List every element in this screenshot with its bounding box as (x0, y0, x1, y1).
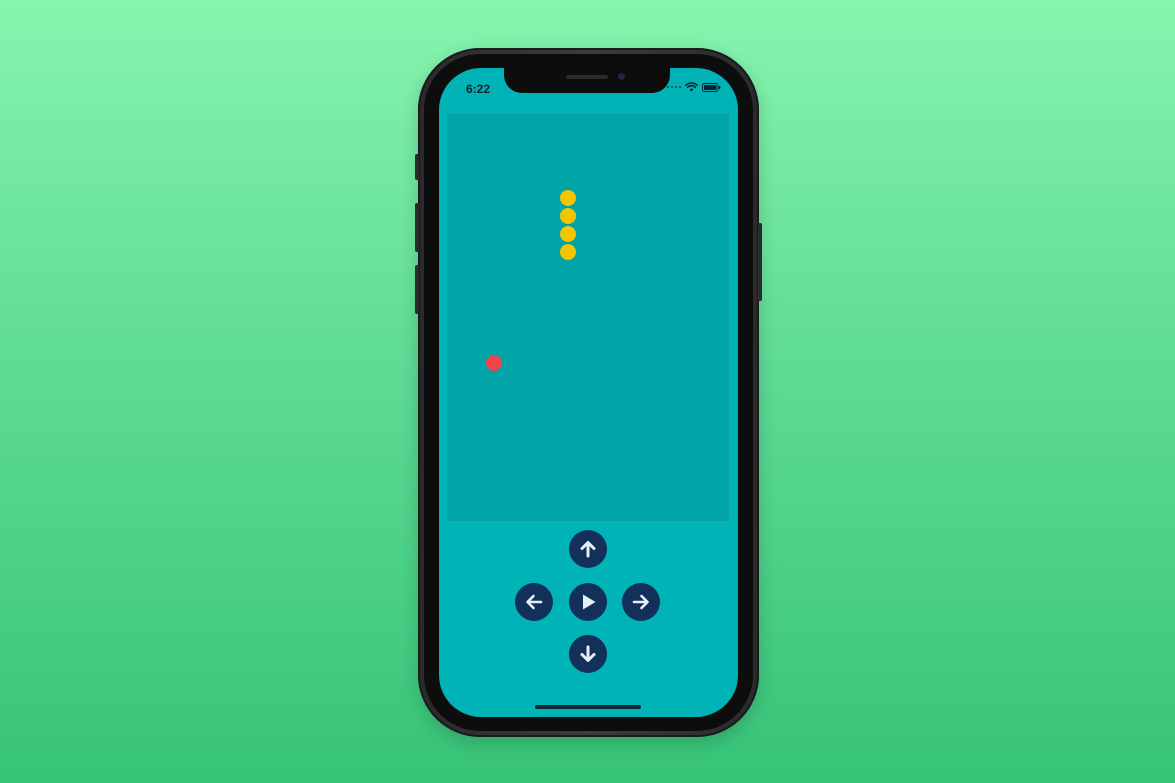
battery-icon (702, 82, 721, 92)
arrow-left-icon (526, 594, 543, 610)
status-time: 6:22 (466, 82, 491, 96)
snake-segment (560, 244, 576, 260)
wifi-icon (685, 82, 698, 92)
home-indicator[interactable] (535, 705, 641, 709)
game-board (447, 114, 729, 521)
play-button[interactable] (569, 583, 607, 621)
power-button (758, 223, 762, 301)
status-icons (667, 82, 721, 92)
arrow-up-icon (580, 541, 596, 558)
speaker-icon (566, 75, 608, 79)
arrow-right-icon (632, 594, 649, 610)
volume-up-button (415, 203, 419, 252)
snake-segment (560, 190, 576, 206)
left-button[interactable] (515, 583, 553, 621)
snake-segment (560, 208, 576, 224)
food-item (486, 355, 502, 371)
silent-switch (415, 154, 419, 180)
arrow-down-icon (580, 645, 596, 662)
notch (504, 68, 670, 93)
right-button[interactable] (622, 583, 660, 621)
play-icon (583, 594, 596, 610)
camera-icon (618, 73, 625, 80)
up-button[interactable] (569, 530, 607, 568)
down-button[interactable] (569, 635, 607, 673)
phone-screen: 6:22 (439, 68, 738, 717)
phone-frame: 6:22 (415, 48, 762, 737)
snake-segment (560, 226, 576, 242)
volume-down-button (415, 265, 419, 314)
signal-dots-icon (667, 86, 681, 88)
